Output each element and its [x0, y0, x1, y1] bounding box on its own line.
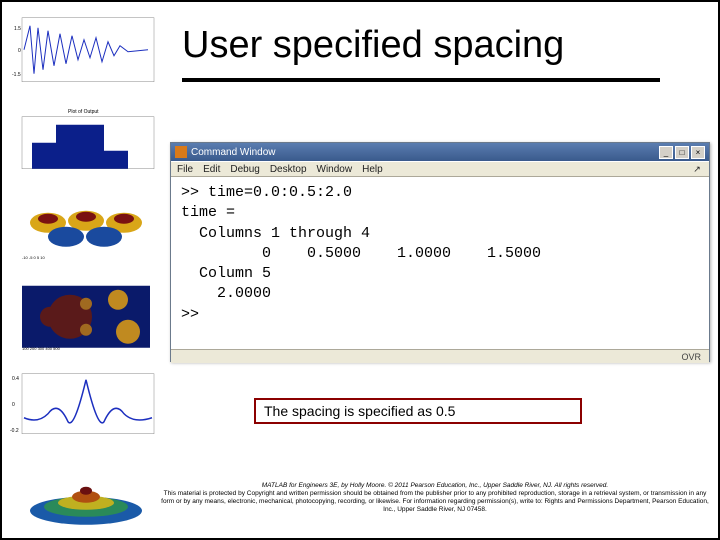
matlab-icon [175, 146, 187, 158]
caption-box: The spacing is specified as 0.5 [254, 398, 582, 424]
menu-desktop[interactable]: Desktop [270, 164, 307, 175]
thumb-sinc: 0.4 0 -0.2 [8, 362, 163, 448]
menu-file[interactable]: File [177, 164, 193, 175]
console-line: Columns 1 through 4 [181, 224, 699, 244]
close-button[interactable]: × [691, 146, 705, 159]
svg-text:0: 0 [12, 402, 15, 408]
console-line: 0 0.5000 1.0000 1.5000 [181, 244, 699, 264]
menu-help[interactable]: Help [362, 164, 383, 175]
thumb-bar-chart: Plot of Output [8, 97, 163, 183]
command-window-title: Command Window [191, 147, 275, 158]
slide-frame: 1.5 0 -1.5 Plot of Output [0, 0, 720, 540]
maximize-button[interactable]: □ [675, 146, 689, 159]
thumbnail-sidebar: 1.5 0 -1.5 Plot of Output [8, 8, 163, 536]
footer: MATLAB for Engineers 3E, by Holly Moore.… [157, 482, 713, 515]
command-window-titlebar: Command Window _ □ × [171, 143, 709, 161]
console-line: 2.0000 [181, 284, 699, 304]
console-line: >> time=0.0:0.5:2.0 [181, 183, 699, 203]
slide-title: User specified spacing [182, 24, 564, 67]
footer-line2: This material is protected by Copyright … [157, 490, 713, 514]
status-ovr: OVR [681, 352, 701, 362]
menu-window[interactable]: Window [317, 164, 353, 175]
command-window-statusbar: OVR [171, 349, 709, 363]
command-window-body[interactable]: >> time=0.0:0.5:2.0 time = Columns 1 thr… [171, 177, 709, 349]
svg-text:Plot of Output: Plot of Output [68, 108, 99, 114]
undock-icon[interactable]: ↗ [691, 163, 703, 175]
svg-text:100 200 300 400 500: 100 200 300 400 500 [22, 345, 61, 350]
console-line: time = [181, 203, 699, 223]
menu-debug[interactable]: Debug [230, 164, 259, 175]
thumb-3d-peak [8, 451, 163, 537]
command-window-menubar: File Edit Debug Desktop Window Help ↗ [171, 161, 709, 177]
svg-text:1.5: 1.5 [14, 26, 21, 32]
console-line: Column 5 [181, 264, 699, 284]
caption-text: The spacing is specified as 0.5 [264, 403, 455, 419]
console-line: >> [181, 305, 699, 325]
command-window: Command Window _ □ × File Edit Debug Des… [170, 142, 710, 362]
thumb-3d-surface: -10 -5 0 5 10 [8, 185, 163, 271]
menu-edit[interactable]: Edit [203, 164, 220, 175]
svg-text:-1.5: -1.5 [12, 72, 21, 78]
svg-text:-10 -5 0 5 10: -10 -5 0 5 10 [22, 255, 45, 260]
title-underline [182, 78, 660, 82]
svg-text:-0.2: -0.2 [10, 428, 19, 434]
svg-text:0: 0 [18, 48, 21, 54]
minimize-button[interactable]: _ [659, 146, 673, 159]
footer-line1: MATLAB for Engineers 3E, by Holly Moore.… [157, 482, 713, 490]
thumb-noisy-signal: 1.5 0 -1.5 [8, 8, 163, 94]
thumb-mandelbrot: 100 200 300 400 500 [8, 274, 163, 360]
svg-text:0.4: 0.4 [12, 376, 19, 382]
